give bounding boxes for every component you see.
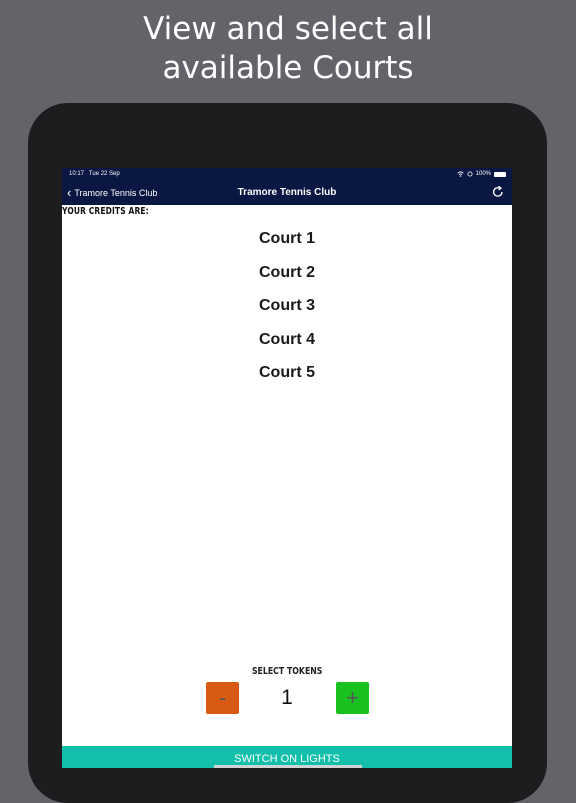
status-indicators: 100%	[457, 168, 506, 180]
court-item-1[interactable]: Court 1	[62, 228, 512, 262]
select-tokens-text: SELECT TOKENS	[251, 666, 323, 677]
headline-line-2: available Courts	[162, 50, 414, 86]
decrease-tokens-button[interactable]: -	[206, 682, 239, 714]
credits-label: YOUR CREDITS ARE:	[62, 206, 149, 217]
court-list: Court 1 Court 2 Court 3 Court 4 Court 5	[62, 228, 512, 396]
battery-icon	[494, 171, 506, 177]
location-icon	[467, 171, 473, 177]
chevron-left-icon: ‹	[67, 185, 72, 200]
switch-on-lights-button[interactable]: SWITCH ON LIGHTS	[62, 746, 512, 768]
token-count: 1	[281, 686, 293, 709]
battery-percent: 100%	[475, 171, 491, 177]
marketing-headline: View and select all available Courts	[0, 10, 576, 88]
switch-on-lights-label: SWITCH ON LIGHTS	[234, 753, 340, 765]
nav-bar: ‹ Tramore Tennis Club Tramore Tennis Clu…	[62, 180, 512, 205]
back-button-label: Tramore Tennis Club	[74, 187, 158, 198]
status-time: 10:17	[69, 171, 85, 177]
back-button[interactable]: ‹ Tramore Tennis Club	[67, 180, 157, 205]
status-bar: 10:17 Tue 22 Sep 100%	[62, 168, 512, 180]
headline-line-1: View and select all	[143, 11, 433, 47]
select-tokens-label: SELECT TOKENS	[62, 666, 512, 677]
court-item-2[interactable]: Court 2	[62, 262, 512, 296]
refresh-icon[interactable]	[491, 185, 505, 199]
court-item-4[interactable]: Court 4	[62, 329, 512, 363]
increase-tokens-button[interactable]: +	[336, 682, 369, 714]
wifi-icon	[457, 171, 464, 177]
court-item-5[interactable]: Court 5	[62, 362, 512, 396]
status-date: Tue 22 Sep	[88, 171, 120, 177]
app-screen: 10:17 Tue 22 Sep 100% ‹ Tramore Tennis C…	[62, 168, 512, 768]
court-item-3[interactable]: Court 3	[62, 295, 512, 329]
status-time-date: 10:17 Tue 22 Sep	[69, 168, 120, 180]
